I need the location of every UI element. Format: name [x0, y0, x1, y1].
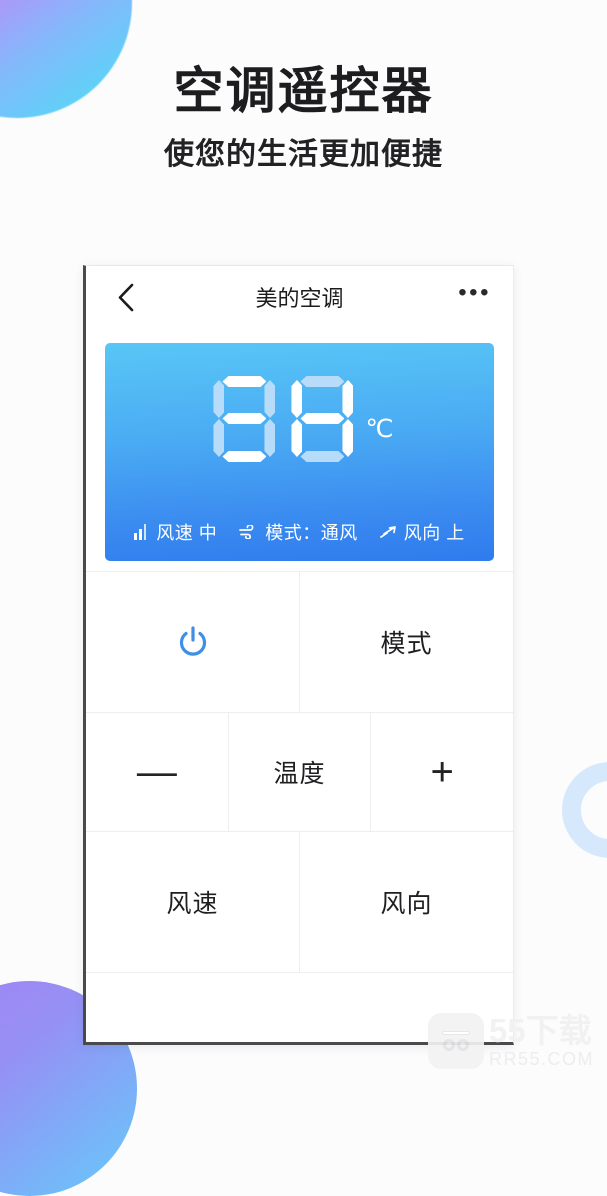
mode-button[interactable]: 模式 [299, 572, 513, 712]
control-row-temperature: — 温度 + [86, 712, 513, 831]
status-mode-label: 模式：通风 [265, 523, 358, 543]
segment-f [213, 380, 224, 418]
status-fan-speed-label: 风速 中 [156, 523, 218, 543]
fan-wind-icon [239, 525, 258, 539]
fan-speed-button-label: 风速 [166, 890, 219, 918]
ac-display-panel: ℃ 风速 中 模式：通风 风向 上 [105, 343, 494, 561]
segment-b [264, 380, 275, 418]
55-logo-icon [428, 1013, 484, 1069]
mode-button-label: 模式 [380, 630, 433, 658]
watermark-text: 55下载 RR55.COM [489, 1014, 594, 1069]
segment-g [300, 413, 344, 424]
seven-segment-digit-two [288, 376, 356, 462]
segment-d [222, 451, 266, 462]
segment-c [264, 419, 275, 457]
more-options-icon[interactable]: ••• [458, 281, 491, 306]
segment-b [342, 380, 353, 418]
watermark-title: 55下载 [489, 1011, 592, 1049]
wind-direction-button[interactable]: 风向 [299, 832, 513, 972]
app-title: 美的空调 [255, 286, 344, 311]
status-wind-direction: 风向 上 [379, 519, 465, 545]
control-button-grid: 模式 — 温度 + 风速 风向 [86, 571, 513, 973]
segment-e [291, 419, 302, 457]
control-row-power-mode: 模式 [86, 571, 513, 712]
logo-eye-left [443, 1039, 455, 1051]
wind-direction-button-label: 风向 [380, 890, 433, 918]
page-subtitle: 使您的生活更加便捷 [164, 138, 443, 171]
temperature-label-cell: 温度 [227, 713, 371, 831]
segment-c [342, 419, 353, 457]
power-button[interactable] [86, 572, 299, 712]
logo-eye-right [457, 1039, 469, 1051]
segment-d [300, 451, 344, 462]
fan-speed-button[interactable]: 风速 [86, 832, 299, 972]
segment-e [213, 419, 224, 457]
segment-g [222, 413, 266, 424]
phone-screenshot-card: 美的空调 ••• ℃ 风速 中 模式：通风 风向 上 模式 — 温度 + 风速 … [83, 265, 514, 1045]
logo-eyes [442, 1039, 470, 1051]
plus-icon: + [430, 750, 454, 794]
segment-a [300, 376, 344, 387]
temperature-readout: ℃ [105, 376, 494, 462]
watermark: 55下载 RR55.COM [428, 1013, 594, 1069]
control-row-fan-wind: 风速 风向 [86, 831, 513, 973]
status-wind-direction-label: 风向 上 [403, 523, 465, 543]
decor-ring-right [562, 762, 607, 858]
segment-f [291, 380, 302, 418]
back-chevron-icon[interactable] [108, 280, 142, 314]
status-mode: 模式：通风 [239, 519, 358, 545]
page-title: 空调遥控器 [173, 63, 434, 119]
temperature-decrease-button[interactable]: — [86, 713, 228, 831]
minus-icon: — [136, 750, 177, 794]
segment-a [222, 376, 266, 387]
temperature-increase-button[interactable]: + [370, 713, 513, 831]
temperature-label: 温度 [273, 760, 326, 788]
logo-bar [442, 1031, 470, 1035]
watermark-url: RR55.COM [489, 1048, 595, 1069]
app-nav-bar: 美的空调 ••• [86, 266, 513, 328]
seven-segment-digit-one [210, 376, 278, 462]
ac-status-row: 风速 中 模式：通风 风向 上 [105, 519, 494, 545]
signal-bars-icon [134, 524, 149, 540]
wind-direction-arrow-icon [379, 525, 397, 539]
temperature-unit: ℃ [365, 415, 394, 443]
headline-block: 空调遥控器 使您的生活更加便捷 [0, 60, 607, 174]
status-fan-speed: 风速 中 [134, 519, 217, 545]
power-icon [175, 624, 211, 660]
